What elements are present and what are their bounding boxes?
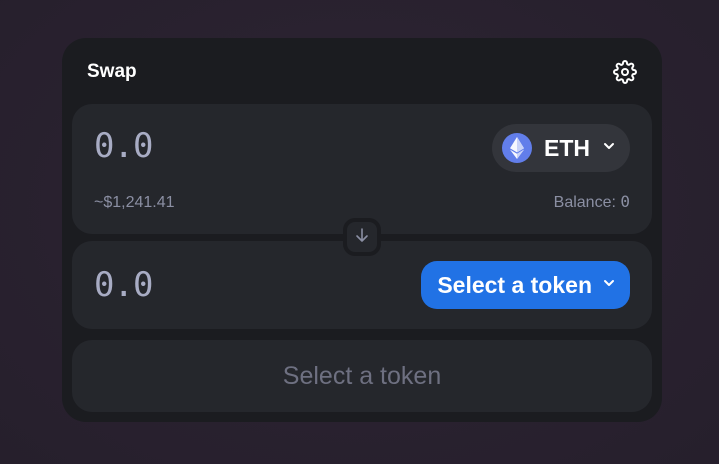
swap-card: Swap ETH ~$1,241.41 Bal bbox=[62, 38, 662, 422]
switch-direction-button[interactable] bbox=[343, 218, 381, 256]
balance-value: 0 bbox=[620, 192, 630, 211]
arrow-down-icon bbox=[354, 227, 370, 248]
input-amount-field[interactable] bbox=[94, 126, 314, 166]
token-symbol: ETH bbox=[544, 134, 590, 161]
swap-title: Swap bbox=[87, 61, 137, 82]
balance-text: Balance: 0 bbox=[554, 192, 630, 212]
chevron-down-icon bbox=[602, 139, 616, 158]
swap-header: Swap bbox=[87, 58, 638, 86]
input-panel: ETH ~$1,241.41 Balance: 0 bbox=[72, 104, 652, 234]
usd-value: ~$1,241.41 bbox=[94, 194, 175, 211]
token-selector-eth[interactable]: ETH bbox=[492, 124, 630, 172]
gear-icon[interactable] bbox=[612, 59, 638, 85]
output-amount-field[interactable] bbox=[94, 265, 314, 305]
chevron-down-icon bbox=[602, 276, 616, 295]
swap-action-button[interactable]: Select a token bbox=[72, 340, 652, 412]
eth-icon bbox=[502, 133, 532, 163]
balance-label: Balance: bbox=[553, 194, 616, 211]
select-token-button[interactable]: Select a token bbox=[421, 261, 630, 309]
select-token-label: Select a token bbox=[437, 271, 592, 298]
